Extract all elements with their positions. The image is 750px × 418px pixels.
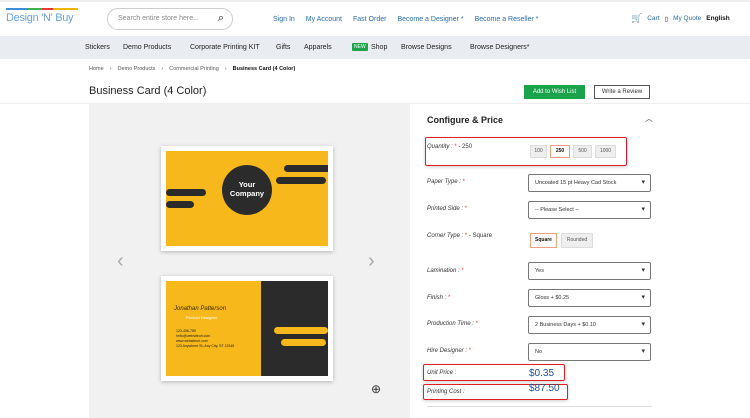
breadcrumb: Home › Demo Products › Commercial Printing… bbox=[89, 66, 295, 72]
become-designer-link[interactable]: Become a Designer * bbox=[397, 16, 463, 23]
production-time-select[interactable]: 2 Business Days + $0.10 bbox=[528, 316, 651, 334]
breadcrumb-commercial[interactable]: Commercial Printing bbox=[169, 66, 219, 72]
card-address: 123 Anywhere St.,Any City, ST 12345 bbox=[176, 344, 235, 348]
unit-price-value: $0.35 bbox=[529, 368, 555, 379]
zoom-icon[interactable]: ⊕ bbox=[371, 382, 381, 396]
nav-browse-designers[interactable]: Browse Designers* bbox=[470, 44, 530, 51]
nav-apparels[interactable]: Apparels bbox=[304, 44, 332, 51]
prev-arrow-icon[interactable]: ‹ bbox=[117, 250, 124, 273]
corner-square-option[interactable]: Square bbox=[530, 233, 557, 248]
hire-designer-select[interactable]: No bbox=[528, 343, 651, 361]
logo[interactable]: Design 'N' Buy bbox=[6, 8, 78, 24]
card-contact: 123-456-789 hello@websiteurl.com www.web… bbox=[176, 329, 234, 349]
search-icon[interactable]: ⌕ bbox=[218, 12, 224, 25]
become-reseller-link[interactable]: Become a Reseller * bbox=[475, 16, 539, 23]
chevron-right-icon: › bbox=[161, 66, 164, 72]
qty-option-100[interactable]: 100 bbox=[530, 145, 547, 158]
product-gallery: Your Company Jonathan Patterson Product … bbox=[89, 104, 410, 418]
fast-order-link[interactable]: Fast Order bbox=[353, 16, 386, 23]
printing-cost-label: Printing Cost : bbox=[427, 389, 465, 395]
printed-side-label: Printed Side : * bbox=[427, 206, 468, 212]
new-badge: NEW bbox=[352, 43, 368, 51]
main-nav: Stickers Demo Products Corporate Printin… bbox=[0, 36, 750, 59]
cart-link[interactable]: Cart bbox=[647, 15, 659, 22]
breadcrumb-demo[interactable]: Demo Products bbox=[118, 66, 156, 72]
nav-demo-products[interactable]: Demo Products bbox=[123, 44, 171, 51]
nav-gifts[interactable]: Gifts bbox=[276, 44, 290, 51]
production-time-label: Production Time : * bbox=[427, 321, 478, 327]
company-logo: Your Company bbox=[222, 165, 272, 215]
unit-price-label: Unit Price : bbox=[427, 370, 457, 376]
card-back-image[interactable]: Jonathan Patterson Product Designer 123-… bbox=[161, 276, 333, 381]
chevron-right-icon: › bbox=[224, 66, 227, 72]
hire-designer-label: Hire Designer : * bbox=[427, 348, 472, 354]
language-selector[interactable]: English bbox=[706, 15, 729, 22]
bookmark-icon[interactable]: ▯ bbox=[665, 15, 669, 23]
card-role: Product Designer bbox=[186, 315, 217, 320]
my-quote-link[interactable]: My Quote bbox=[673, 15, 701, 22]
corner-rounded-option[interactable]: Rounded bbox=[561, 233, 593, 248]
qty-option-500[interactable]: 500 bbox=[573, 145, 592, 158]
search-placeholder: Search entire store here... bbox=[118, 15, 199, 22]
lamination-label: Lamination : * bbox=[427, 268, 464, 274]
lamination-select[interactable]: Yes bbox=[528, 262, 651, 280]
paper-type-select[interactable]: Uncoated 15 pt Heavy Cad Stock bbox=[528, 174, 651, 192]
write-review-button[interactable]: Write a Review bbox=[594, 85, 650, 99]
configure-title: Configure & Price bbox=[427, 115, 504, 125]
search-input[interactable]: Search entire store here... ⌕ bbox=[107, 8, 233, 30]
chevron-right-icon: › bbox=[109, 66, 112, 72]
divider bbox=[427, 406, 652, 407]
top-links: Sign In My Account Fast Order Become a D… bbox=[273, 16, 538, 23]
breadcrumb-current: Business Card (4 Color) bbox=[232, 66, 296, 72]
nav-corporate-kit[interactable]: Corporate Printing KIT bbox=[190, 44, 260, 51]
printing-cost-value: $87.50 bbox=[529, 383, 560, 394]
chevron-up-icon[interactable]: ︿ bbox=[645, 113, 653, 124]
nav-shop[interactable]: Shop bbox=[371, 44, 387, 51]
add-to-wishlist-button[interactable]: Add to Wish List bbox=[524, 85, 585, 99]
card-front-image[interactable]: Your Company bbox=[161, 146, 333, 251]
quantity-label: Quantity : * - 250 bbox=[427, 144, 473, 150]
card-name: Jonathan Patterson bbox=[174, 306, 227, 312]
page-title: Business Card (4 Color) bbox=[89, 85, 207, 97]
header-right: 🛒 Cart ▯ My Quote English bbox=[631, 13, 730, 24]
finish-select[interactable]: Gloss + $0.25 bbox=[528, 289, 651, 307]
corner-type-label: Corner Type : * - Square bbox=[427, 233, 492, 239]
printed-side-select[interactable]: -- Please Select -- bbox=[528, 201, 651, 219]
nav-stickers[interactable]: Stickers bbox=[85, 44, 110, 51]
top-border bbox=[0, 0, 750, 2]
next-arrow-icon[interactable]: › bbox=[368, 250, 375, 273]
my-account-link[interactable]: My Account bbox=[306, 16, 342, 23]
finish-label: Finish : * bbox=[427, 295, 451, 301]
nav-browse-designs[interactable]: Browse Designs bbox=[401, 44, 452, 51]
logo-text: Design 'N' Buy bbox=[6, 12, 74, 24]
sign-in-link[interactable]: Sign In bbox=[273, 16, 295, 23]
qty-option-1000[interactable]: 1000 bbox=[595, 145, 616, 158]
breadcrumb-home[interactable]: Home bbox=[89, 66, 104, 72]
paper-type-label: Paper Type : * bbox=[427, 179, 465, 185]
cart-icon[interactable]: 🛒 bbox=[631, 13, 642, 24]
qty-option-250[interactable]: 250 bbox=[550, 145, 570, 158]
